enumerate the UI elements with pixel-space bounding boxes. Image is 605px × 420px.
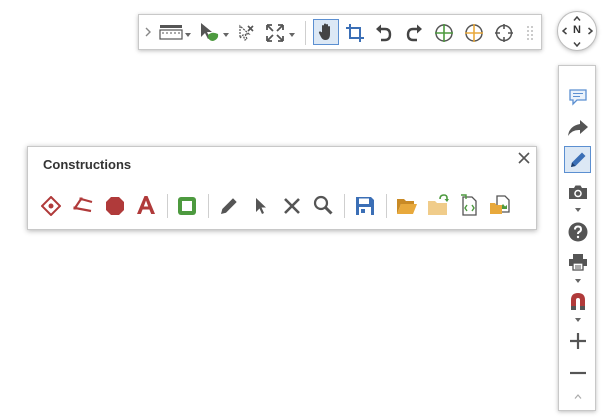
crosshair-green-icon[interactable] bbox=[433, 22, 455, 44]
nav-arrow-up-icon[interactable] bbox=[573, 15, 581, 21]
extent-dropdown-icon[interactable] bbox=[289, 32, 295, 38]
full-extent-icon[interactable] bbox=[264, 22, 286, 44]
terrain-dropdown-icon[interactable] bbox=[185, 32, 191, 38]
panel-separator bbox=[208, 194, 209, 218]
edit-pencil-icon[interactable] bbox=[564, 146, 591, 173]
side-toolbar bbox=[558, 65, 596, 411]
panel-separator bbox=[344, 194, 345, 218]
zoom-box-icon[interactable] bbox=[344, 22, 366, 44]
folder-return-icon[interactable] bbox=[426, 193, 450, 217]
zoom-in-icon[interactable] bbox=[567, 330, 589, 352]
text-annotation-icon[interactable] bbox=[134, 193, 158, 217]
drag-handle-icon[interactable] bbox=[525, 24, 535, 42]
top-toolbar bbox=[138, 14, 542, 50]
help-icon[interactable] bbox=[567, 221, 589, 243]
close-icon[interactable] bbox=[517, 151, 531, 165]
comment-icon[interactable] bbox=[567, 87, 589, 107]
camera-dropdown-icon[interactable] bbox=[575, 207, 581, 213]
select-pointer-icon[interactable] bbox=[249, 195, 273, 217]
select-feature-icon[interactable] bbox=[197, 21, 221, 43]
print-dropdown-icon[interactable] bbox=[575, 278, 581, 284]
share-arrow-icon[interactable] bbox=[566, 117, 590, 139]
snapping-dropdown-icon[interactable] bbox=[575, 317, 581, 323]
crosshair-target-icon[interactable] bbox=[493, 22, 515, 44]
panel-separator bbox=[386, 194, 387, 218]
sketch-pencil-icon[interactable] bbox=[217, 195, 241, 217]
pan-hand-icon[interactable] bbox=[313, 19, 339, 45]
toolbar-separator bbox=[305, 21, 306, 45]
nav-arrow-right-icon[interactable] bbox=[587, 27, 593, 35]
rectangle-construction-icon[interactable] bbox=[175, 195, 199, 217]
nav-arrow-down-icon[interactable] bbox=[573, 41, 581, 47]
navigation-compass[interactable]: N bbox=[557, 11, 597, 51]
print-icon[interactable] bbox=[567, 252, 589, 272]
chevron-right-icon[interactable] bbox=[142, 26, 154, 38]
polyline-construction-icon[interactable] bbox=[71, 195, 95, 217]
export-page-icon[interactable] bbox=[457, 193, 481, 217]
delete-x-icon[interactable] bbox=[280, 195, 304, 217]
redo-icon[interactable] bbox=[403, 22, 425, 44]
snapping-magnet-icon[interactable] bbox=[567, 290, 589, 312]
crosshair-orange-icon[interactable] bbox=[463, 22, 485, 44]
constructions-panel: Constructions bbox=[27, 146, 537, 230]
search-icon[interactable] bbox=[311, 194, 335, 216]
panel-title: Constructions bbox=[43, 157, 132, 172]
point-construction-icon[interactable] bbox=[39, 195, 63, 217]
terrain-layer-icon[interactable] bbox=[158, 23, 184, 41]
camera-icon[interactable] bbox=[567, 183, 589, 201]
collapse-up-icon[interactable] bbox=[573, 392, 583, 400]
import-image-icon[interactable] bbox=[488, 193, 512, 217]
polygon-construction-icon[interactable] bbox=[103, 195, 127, 217]
zoom-out-icon[interactable] bbox=[567, 362, 589, 384]
open-folder-icon[interactable] bbox=[395, 195, 419, 217]
clear-selection-icon[interactable] bbox=[235, 22, 257, 44]
undo-icon[interactable] bbox=[373, 22, 395, 44]
save-disk-icon[interactable] bbox=[353, 195, 377, 217]
select-dropdown-icon[interactable] bbox=[223, 32, 229, 38]
panel-separator bbox=[167, 194, 168, 218]
